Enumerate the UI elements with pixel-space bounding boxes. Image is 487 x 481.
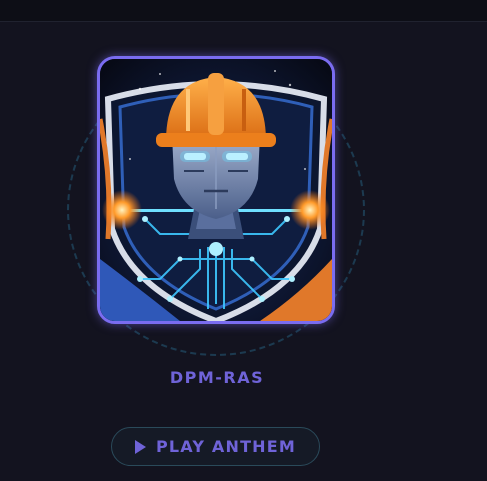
play-anthem-button[interactable]: PLAY ANTHEM bbox=[111, 427, 320, 466]
top-bar bbox=[0, 0, 487, 22]
play-icon bbox=[134, 439, 146, 454]
play-anthem-label: PLAY ANTHEM bbox=[155, 437, 297, 456]
profile-emblem bbox=[97, 56, 335, 324]
robot-engineer-emblem-icon bbox=[100, 59, 332, 321]
profile-name: DPM-RAS bbox=[169, 368, 265, 387]
